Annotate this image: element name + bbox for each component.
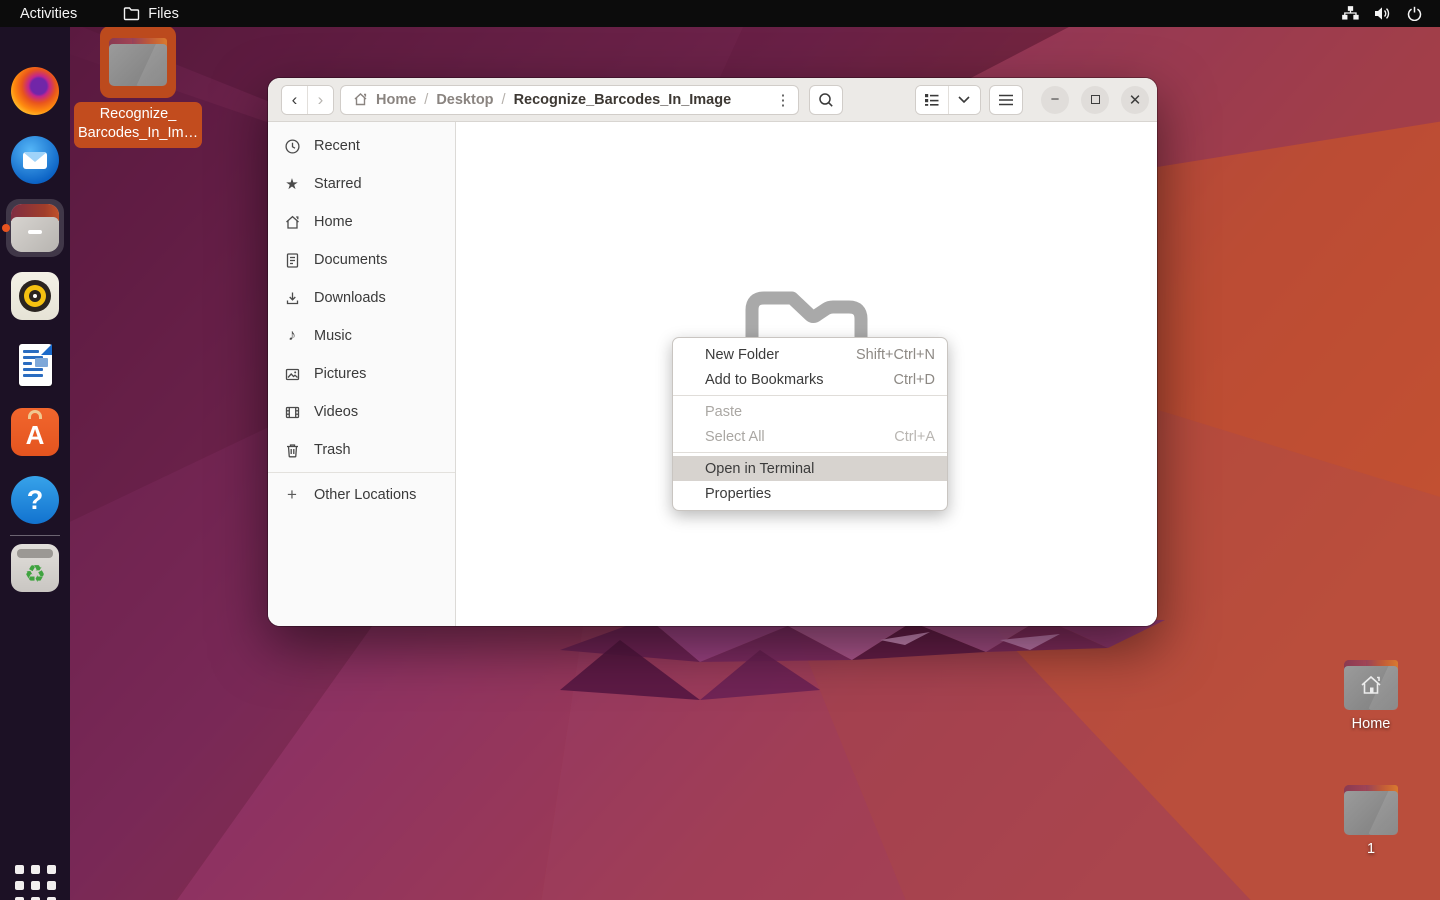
document-icon [283, 251, 301, 269]
focused-app-menu[interactable]: Files [123, 6, 179, 22]
forward-button[interactable]: › [308, 86, 333, 114]
files-running-indicator [2, 224, 10, 232]
sidebar-item-trash[interactable]: Trash [268, 431, 455, 469]
list-view-icon [923, 92, 940, 107]
back-button[interactable]: ‹ [282, 86, 307, 114]
search-button[interactable] [809, 85, 843, 115]
rhythmbox-icon[interactable] [11, 272, 59, 320]
home-folder-icon [1344, 660, 1398, 710]
ubuntu-software-icon[interactable]: A [11, 408, 59, 456]
dock: A ? ♻ [0, 27, 70, 900]
star-icon: ★ [283, 175, 301, 193]
minimize-button[interactable]: − [1041, 86, 1069, 114]
menu-item-paste: Paste [673, 399, 947, 424]
menu-item-properties[interactable]: Properties [673, 481, 947, 506]
view-switcher [915, 85, 981, 115]
volume-icon [1374, 6, 1391, 21]
sidebar-item-starred[interactable]: ★ Starred [268, 165, 455, 203]
menu-item-open-in-terminal[interactable]: Open in Terminal [673, 456, 947, 481]
sidebar-item-other-locations[interactable]: + Other Locations [268, 476, 455, 514]
folder-icon [123, 6, 140, 21]
folder-icon [1344, 785, 1398, 835]
maximize-button[interactable] [1081, 86, 1109, 114]
files-icon[interactable] [11, 204, 59, 252]
desktop-icon-home[interactable]: Home [1332, 660, 1410, 732]
view-options-button[interactable] [949, 86, 981, 114]
desktop-icon-label: Recognize_ Barcodes_In_Im… [74, 102, 202, 148]
search-icon [818, 92, 834, 108]
hamburger-icon [998, 94, 1014, 106]
breadcrumb-home[interactable]: Home [376, 92, 416, 108]
system-status-area[interactable] [1342, 6, 1440, 21]
top-bar: Activities Files [0, 0, 1440, 27]
menu-item-select-all: Select All Ctrl+A [673, 424, 947, 449]
breadcrumb-current[interactable]: Recognize_Barcodes_In_Image [514, 92, 732, 108]
film-icon [283, 403, 301, 421]
nav-buttons: ‹ › [281, 85, 334, 115]
image-icon [283, 365, 301, 383]
breadcrumb-desktop[interactable]: Desktop [436, 92, 493, 108]
dock-separator [10, 535, 60, 536]
trash-icon [283, 441, 301, 459]
house-glyph [1358, 673, 1384, 699]
folder-icon [109, 38, 167, 86]
desktop-icon-label: Home [1332, 716, 1410, 732]
desktop-icon-label: 1 [1332, 841, 1410, 857]
menu-item-add-to-bookmarks[interactable]: Add to Bookmarks Ctrl+D [673, 367, 947, 392]
desktop: Activities Files [0, 0, 1440, 900]
desktop-icon-1[interactable]: 1 [1332, 785, 1410, 857]
accel-label: Shift+Ctrl+N [856, 347, 935, 363]
sidebar-separator [268, 472, 455, 473]
home-icon [283, 213, 301, 231]
hamburger-menu-button[interactable] [989, 85, 1023, 115]
sidebar-item-music[interactable]: ♪ Music [268, 317, 455, 355]
help-icon[interactable]: ? [11, 476, 59, 524]
thunderbird-icon[interactable] [11, 136, 59, 184]
accel-label: Ctrl+D [894, 372, 936, 388]
music-note-icon: ♪ [283, 327, 301, 345]
trash-icon[interactable]: ♻ [11, 544, 59, 592]
network-icon [1342, 6, 1359, 21]
home-icon [353, 92, 368, 107]
desktop-icon-recognize-barcodes[interactable]: Recognize_ Barcodes_In_Im… [72, 26, 204, 148]
firefox-icon[interactable] [11, 67, 59, 115]
libreoffice-writer-icon[interactable] [11, 341, 59, 389]
menu-separator [673, 452, 947, 453]
path-menu-button[interactable]: ⋮ [768, 86, 798, 114]
close-button[interactable]: ✕ [1121, 86, 1149, 114]
plus-icon: + [283, 486, 301, 504]
accel-label: Ctrl+A [894, 429, 935, 445]
app-name-label: Files [148, 6, 179, 22]
sidebar-item-videos[interactable]: Videos [268, 393, 455, 431]
menu-separator [673, 395, 947, 396]
activities-button[interactable]: Activities [20, 6, 77, 22]
sidebar: Recent ★ Starred Home [268, 122, 456, 626]
headerbar: ‹ › Home / Desktop / Recognize_Barcodes_… [268, 78, 1157, 122]
menu-item-new-folder[interactable]: New Folder Shift+Ctrl+N [673, 342, 947, 367]
power-icon [1406, 6, 1423, 21]
sidebar-item-home[interactable]: Home [268, 203, 455, 241]
sidebar-item-documents[interactable]: Documents [268, 241, 455, 279]
selected-folder-box [100, 26, 176, 98]
download-icon [283, 289, 301, 307]
clock-icon [283, 137, 301, 155]
path-bar: Home / Desktop / Recognize_Barcodes_In_I… [340, 85, 799, 115]
sidebar-item-recent[interactable]: Recent [268, 127, 455, 165]
context-menu: New Folder Shift+Ctrl+N Add to Bookmarks… [672, 337, 948, 511]
chevron-down-icon [957, 95, 971, 104]
breadcrumb: Home / Desktop / Recognize_Barcodes_In_I… [341, 92, 767, 108]
list-view-button[interactable] [916, 86, 948, 114]
show-applications-icon[interactable] [15, 865, 56, 900]
sidebar-item-pictures[interactable]: Pictures [268, 355, 455, 393]
sidebar-item-downloads[interactable]: Downloads [268, 279, 455, 317]
